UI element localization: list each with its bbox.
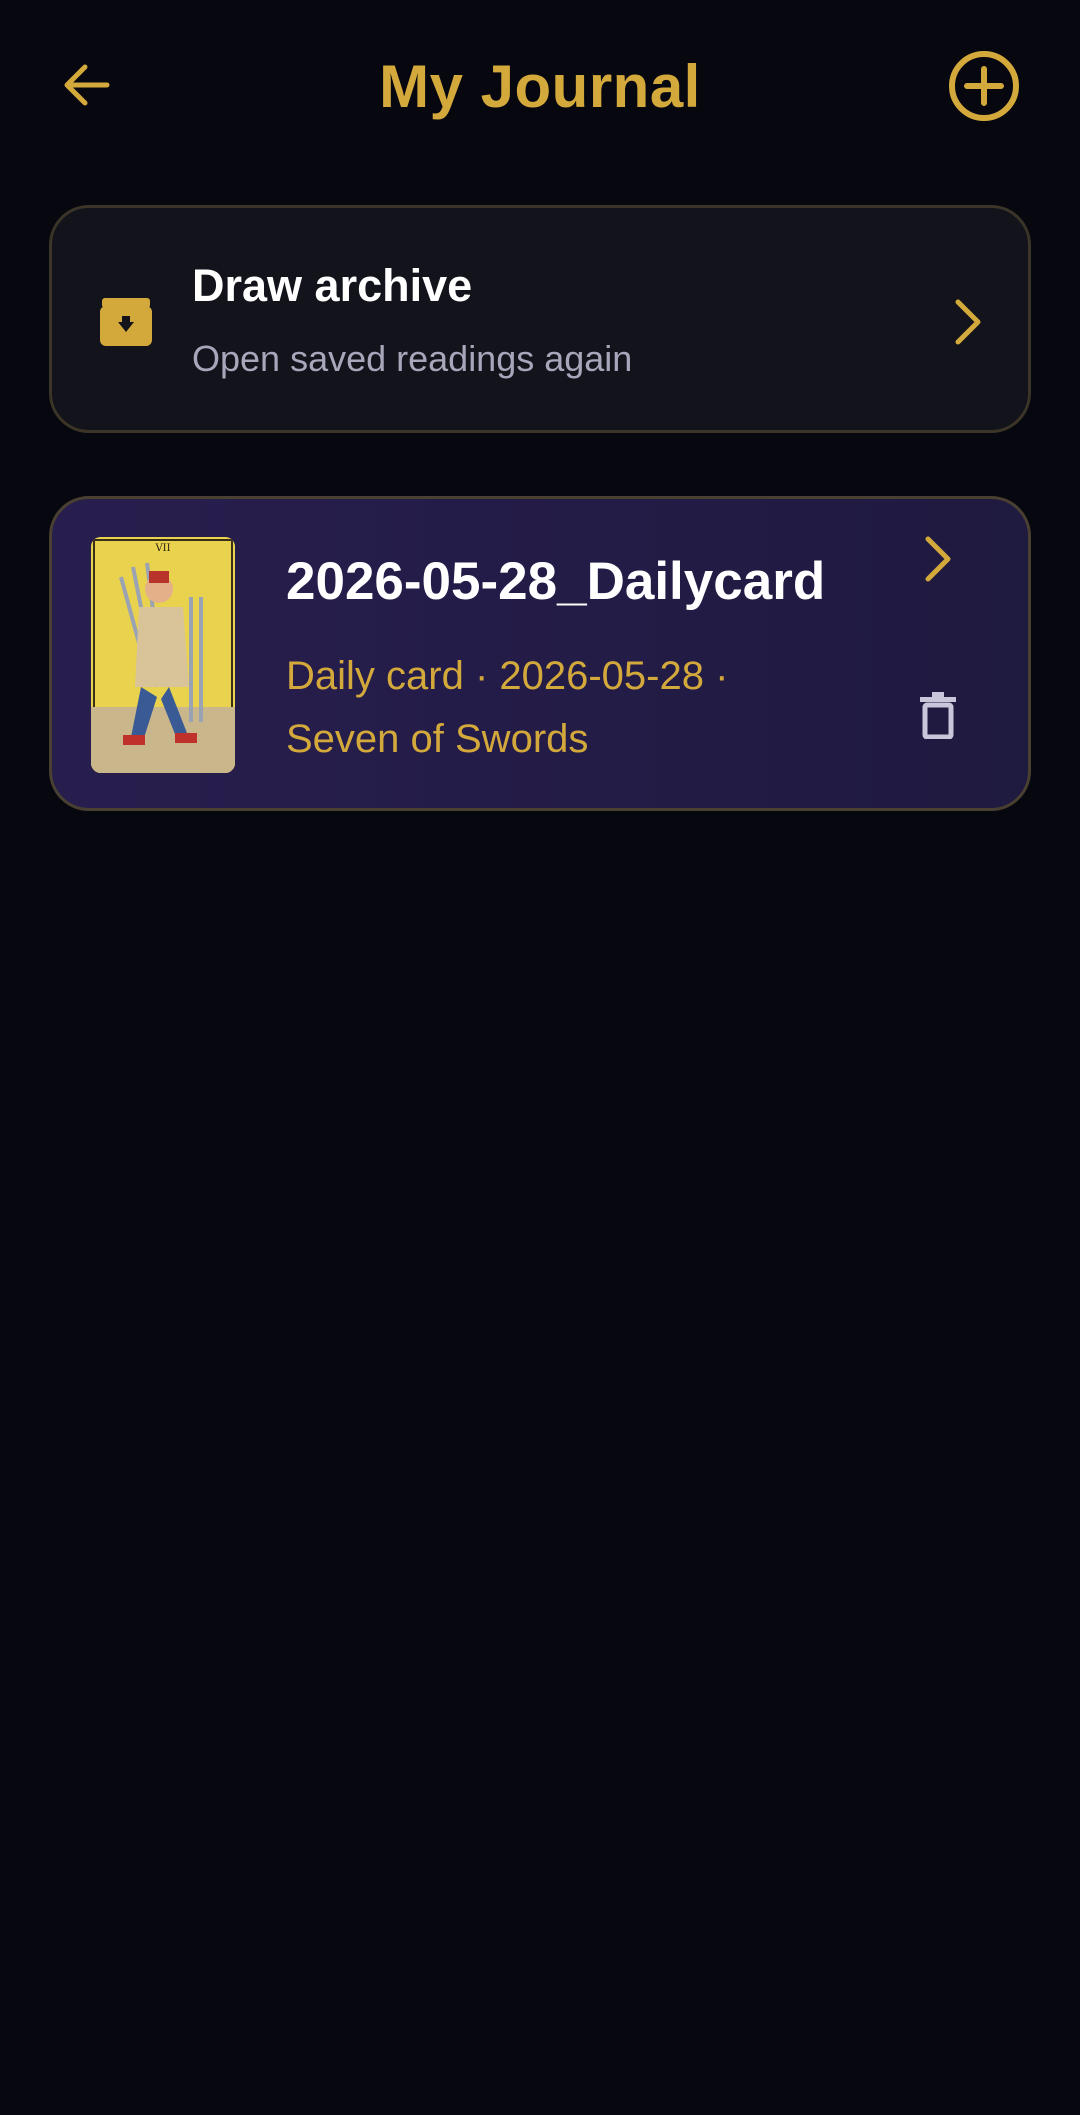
plus-circle-icon	[949, 51, 1019, 121]
entry-meta-line1: Daily card · 2026-05-28 ·	[286, 654, 729, 698]
entry-meta: Daily card · 2026-05-28 · Seven of Sword…	[286, 645, 806, 771]
tarot-card-thumbnail: VII	[91, 537, 235, 773]
page-title: My Journal	[379, 53, 701, 120]
app-header: My Journal	[0, 0, 1080, 170]
archive-subtitle: Open saved readings again	[192, 338, 633, 379]
chevron-right-icon	[955, 299, 981, 345]
add-entry-button[interactable]	[944, 46, 1024, 126]
delete-entry-button[interactable]	[910, 685, 966, 745]
entry-card-name: Seven of Swords	[286, 717, 589, 761]
tarot-card-seven-of-swords: VII	[91, 537, 235, 773]
archive-title: Draw archive	[192, 260, 473, 311]
journal-screen: My Journal Draw archive Open saved readi…	[0, 0, 1080, 2115]
draw-archive-card[interactable]: Draw archive Open saved readings again	[49, 205, 1031, 433]
svg-text:VII: VII	[154, 543, 170, 554]
journal-entry-card[interactable]: VII 2026-05-28_Dailycard Daily card · 20…	[49, 496, 1031, 811]
entry-title: 2026-05-28_Dailycard	[286, 552, 826, 611]
archive-box-icon	[100, 298, 152, 346]
trash-icon	[920, 692, 956, 739]
chevron-right-icon[interactable]	[918, 533, 958, 585]
